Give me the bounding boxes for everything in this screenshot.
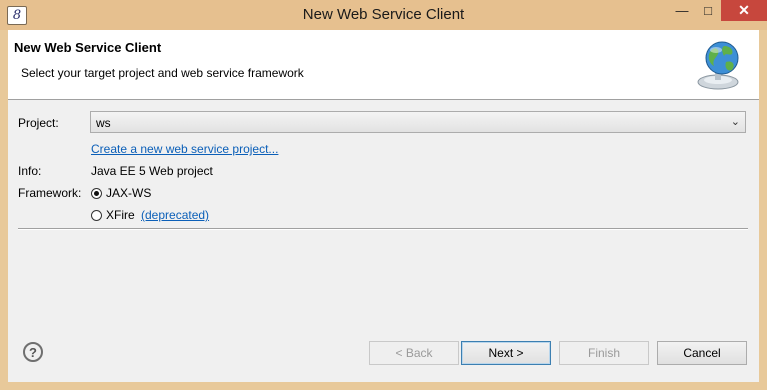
wizard-header: New Web Service Client Select your targe… <box>8 30 759 100</box>
wizard-title: New Web Service Client <box>14 40 162 55</box>
xfire-radio[interactable] <box>91 210 102 221</box>
project-combo-value: ws <box>96 116 111 130</box>
chevron-down-icon[interactable]: ⌄ <box>731 115 740 128</box>
dialog-body: New Web Service Client Select your targe… <box>8 30 759 382</box>
next-button[interactable]: Next > <box>461 341 551 365</box>
close-button[interactable]: ✕ <box>721 0 767 21</box>
window-bottom-border <box>0 382 767 390</box>
deprecated-link[interactable]: (deprecated) <box>141 208 209 222</box>
framework-label: Framework: <box>18 186 82 200</box>
radio-selected-dot <box>94 191 99 196</box>
minimize-button[interactable]: — <box>669 0 695 21</box>
jax-ws-label[interactable]: JAX-WS <box>106 186 151 200</box>
back-button[interactable]: < Back <box>369 341 459 365</box>
cancel-button[interactable]: Cancel <box>657 341 747 365</box>
wizard-description: Select your target project and web servi… <box>21 66 304 80</box>
jax-ws-radio[interactable] <box>91 188 102 199</box>
help-icon[interactable]: ? <box>23 342 43 362</box>
project-label: Project: <box>18 116 59 130</box>
web-service-globe-icon <box>694 38 746 92</box>
info-label: Info: <box>18 164 42 178</box>
info-value: Java EE 5 Web project <box>91 164 213 178</box>
project-combo[interactable]: ws ⌄ <box>90 111 746 133</box>
create-project-link[interactable]: Create a new web service project... <box>91 142 278 156</box>
xfire-label[interactable]: XFire <box>106 208 135 222</box>
separator <box>18 228 748 230</box>
maximize-button[interactable]: □ <box>695 0 721 21</box>
title-bar[interactable]: 8 New Web Service Client — □ ✕ <box>0 0 767 30</box>
window-title: New Web Service Client <box>302 6 465 23</box>
finish-button[interactable]: Finish <box>559 341 649 365</box>
